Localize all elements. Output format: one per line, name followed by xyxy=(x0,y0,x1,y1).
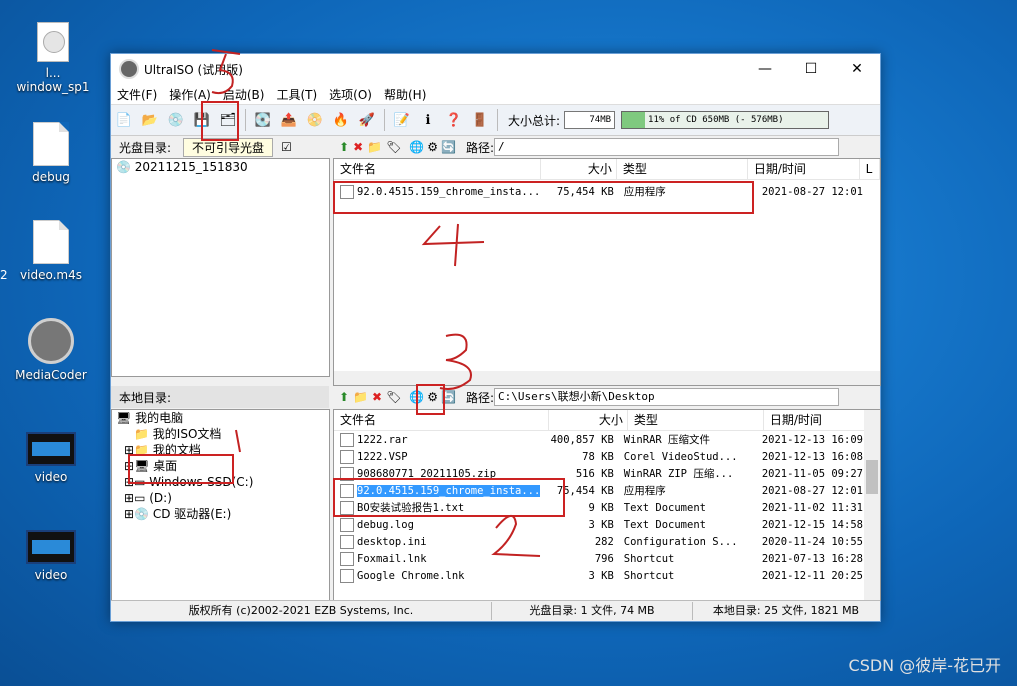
csdn-watermark: CSDN @彼岸-花已开 xyxy=(848,656,1001,675)
mark-2 xyxy=(491,515,541,557)
mark-1 xyxy=(235,429,241,453)
mark-4 xyxy=(421,223,485,267)
handwritten-annotations xyxy=(211,49,541,557)
mark-3 xyxy=(439,333,472,390)
mark-5 xyxy=(211,49,241,95)
